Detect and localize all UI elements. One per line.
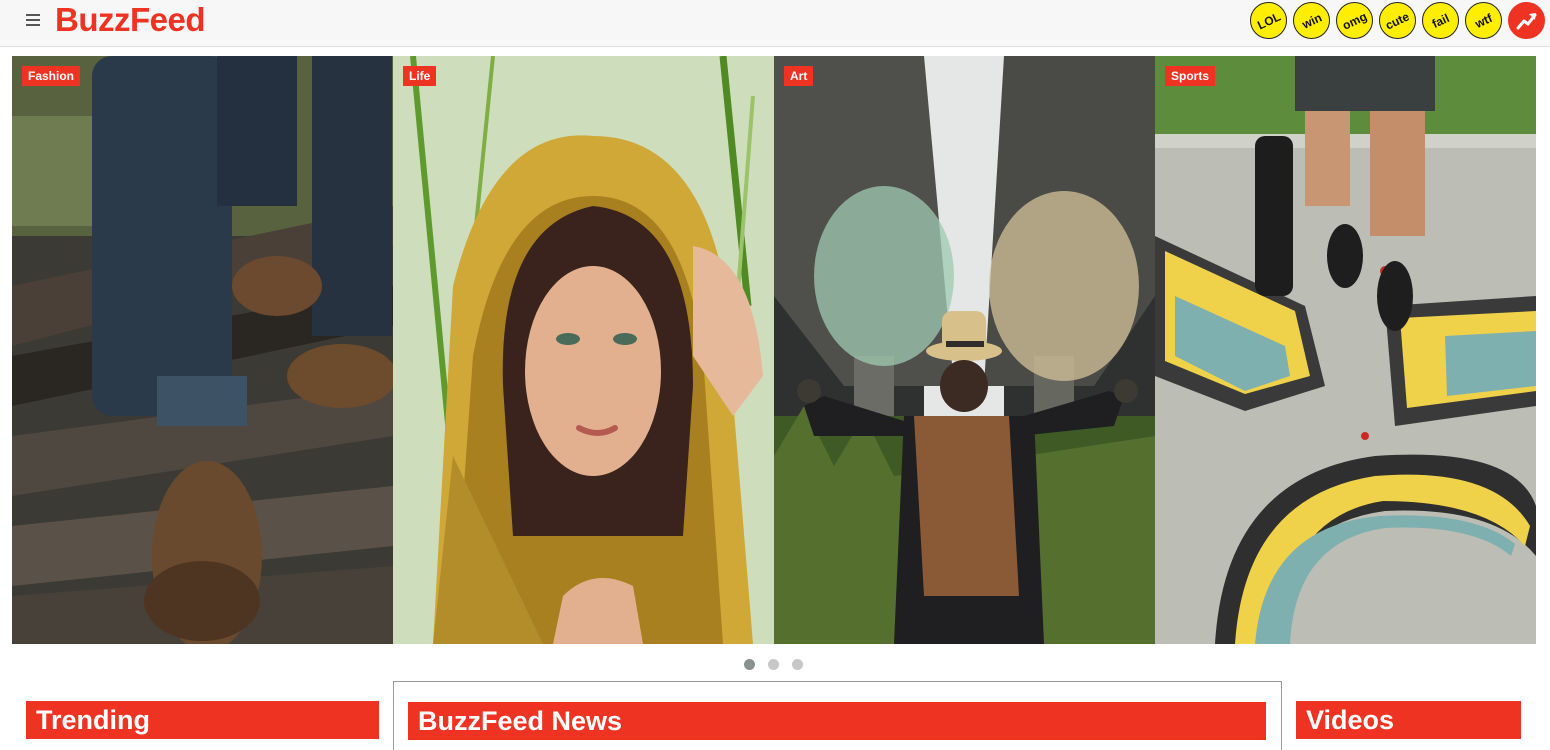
category-tag-life[interactable]: Life [403,66,437,86]
trending-section-title: Trending [26,701,379,739]
carousel-dot-1[interactable] [744,659,755,670]
badge-label: LOL [1254,9,1283,32]
carousel-dot-2[interactable] [768,659,779,670]
category-tag-art[interactable]: Art [784,66,814,86]
trending-button[interactable] [1508,2,1545,39]
carousel-pagination [744,659,803,670]
badge-label: omg [1340,8,1369,33]
badge-label: win [1299,9,1324,32]
top-navigation-bar: BuzzFeed LOL win omg cute fail wtf [0,0,1550,47]
hamburger-menu-icon[interactable] [26,13,40,27]
carousel-dot-3[interactable] [792,659,803,670]
carousel-card-life[interactable]: Life [393,56,774,644]
badge-label: cute [1383,8,1412,33]
legs-boots-railroad-photo [12,56,393,644]
carousel-card-fashion[interactable]: Fashion [12,56,393,644]
woman-yellow-scarf-portrait-photo [393,56,774,644]
badge-wtf-button[interactable]: wtf [1465,2,1502,39]
badge-lol-button[interactable]: LOL [1250,2,1287,39]
buzzfeed-news-section-title: BuzzFeed News [408,702,1266,740]
badge-label: fail [1429,10,1452,31]
badge-cute-button[interactable]: cute [1379,2,1416,39]
category-tag-sports[interactable]: Sports [1165,66,1216,86]
badge-label: wtf [1472,10,1495,31]
category-tag-fashion[interactable]: Fashion [22,66,81,86]
man-smoke-bombs-under-bridge-photo [774,56,1155,644]
carousel-card-art[interactable]: Art [774,56,1155,644]
badge-fail-button[interactable]: fail [1422,2,1459,39]
badge-win-button[interactable]: win [1293,2,1330,39]
videos-section-title: Videos [1296,701,1521,739]
reaction-badges: LOL win omg cute fail wtf [1250,2,1545,39]
carousel-card-sports[interactable]: Sports [1155,56,1536,644]
featured-carousel: Fashion Life Art Sports [12,56,1536,644]
badge-omg-button[interactable]: omg [1336,2,1373,39]
skateboarder-graffiti-ramp-photo [1155,56,1536,644]
buzzfeed-logo[interactable]: BuzzFeed [55,0,206,40]
trending-arrow-icon [1516,12,1536,29]
